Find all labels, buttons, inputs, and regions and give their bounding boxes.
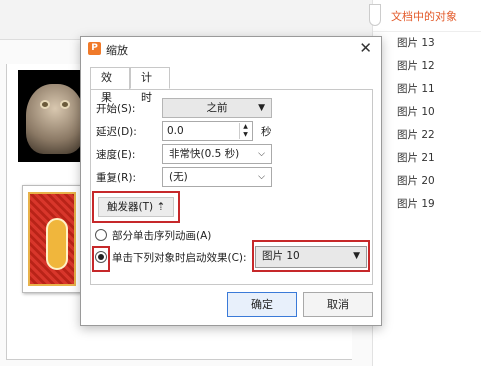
app-window: 文档中的对象 图片 13 图片 12 图片 11 图片 10 图片 22 图片 … <box>0 0 481 366</box>
delay-unit: 秒 <box>261 126 272 138</box>
card-pattern <box>28 192 76 286</box>
speed-select[interactable]: 非常快(0.5 秒) ⌵ <box>162 144 272 164</box>
start-select[interactable]: 之前 ▼ <box>162 98 272 118</box>
delay-value: 0.0 <box>167 125 184 137</box>
zoom-animation-dialog: P 缩放 ✕ 效果 计时 开始(S): 之前 ▼ 延迟(D): 0.0 ▲▼ <box>80 36 382 326</box>
spinner-arrows-icon[interactable]: ▲ ▼ <box>239 123 251 139</box>
start-value: 之前 <box>206 102 228 114</box>
delay-label: 延迟(D): <box>96 126 137 138</box>
delay-row: 延迟(D): 0.0 ▲ ▼ 秒 <box>96 121 366 141</box>
list-item[interactable]: 图片 20 <box>397 174 481 197</box>
radio-sequence-label: 部分单击序列动画(A) <box>112 230 212 242</box>
dialog-titlebar[interactable]: P 缩放 ✕ <box>81 37 381 61</box>
kitten-eye-right <box>60 100 70 109</box>
slide-toolbar-area <box>0 0 372 40</box>
radio-sequence[interactable] <box>95 229 107 241</box>
speed-row: 速度(E): 非常快(0.5 秒) ⌵ <box>96 144 366 164</box>
dialog-title: 缩放 <box>106 44 128 57</box>
card-medallion <box>46 218 68 270</box>
dropdown-arrow-icon: ▼ <box>258 103 265 113</box>
repeat-select[interactable]: (无) ⌵ <box>162 167 272 187</box>
delay-spinner[interactable]: 0.0 ▲ ▼ <box>162 121 253 141</box>
tab-effect[interactable]: 效果 <box>90 67 130 104</box>
objects-panel: 文档中的对象 图片 13 图片 12 图片 11 图片 10 图片 22 图片 … <box>369 0 481 366</box>
trigger-button[interactable]: 触发器(T) ⇡ <box>98 197 174 217</box>
radio-highlight-box <box>92 246 110 272</box>
repeat-value: (无) <box>169 171 188 183</box>
start-row: 开始(S): 之前 ▼ <box>96 98 366 118</box>
list-item[interactable]: 图片 22 <box>397 128 481 151</box>
list-item[interactable]: 图片 19 <box>397 197 481 220</box>
close-icon[interactable]: ✕ <box>359 39 372 57</box>
radio-object-label: 单击下列对象时启动效果(C): <box>112 252 247 264</box>
objects-panel-header: 文档中的对象 <box>369 0 481 32</box>
chevron-down-icon: ⌵ <box>258 172 265 182</box>
trigger-highlight: 触发器(T) ⇡ <box>92 191 180 223</box>
list-item[interactable]: 图片 13 <box>397 36 481 59</box>
kitten-body <box>26 84 84 154</box>
speed-value: 非常快(0.5 秒) <box>169 148 240 160</box>
object-select-highlight-box <box>252 240 370 272</box>
list-item[interactable]: 图片 21 <box>397 151 481 174</box>
list-item[interactable]: 图片 12 <box>397 59 481 82</box>
repeat-row: 重复(R): (无) ⌵ <box>96 167 366 187</box>
list-item[interactable]: 图片 11 <box>397 82 481 105</box>
tab-timing[interactable]: 计时 <box>130 67 170 104</box>
panel-collapse-tab[interactable] <box>369 4 381 26</box>
speed-label: 速度(E): <box>96 149 136 161</box>
wps-presentation-icon: P <box>88 42 101 55</box>
start-label: 开始(S): <box>96 103 136 115</box>
cancel-button[interactable]: 取消 <box>303 292 373 317</box>
kitten-eye-left <box>40 100 50 109</box>
list-item[interactable]: 图片 10 <box>397 105 481 128</box>
repeat-label: 重复(R): <box>96 172 137 184</box>
objects-panel-title: 文档中的对象 <box>391 10 457 23</box>
ok-button[interactable]: 确定 <box>227 292 297 317</box>
objects-list: 图片 13 图片 12 图片 11 图片 10 图片 22 图片 21 图片 2… <box>373 36 481 220</box>
playing-card-image[interactable] <box>22 185 82 293</box>
chevron-down-icon: ⌵ <box>258 149 265 159</box>
